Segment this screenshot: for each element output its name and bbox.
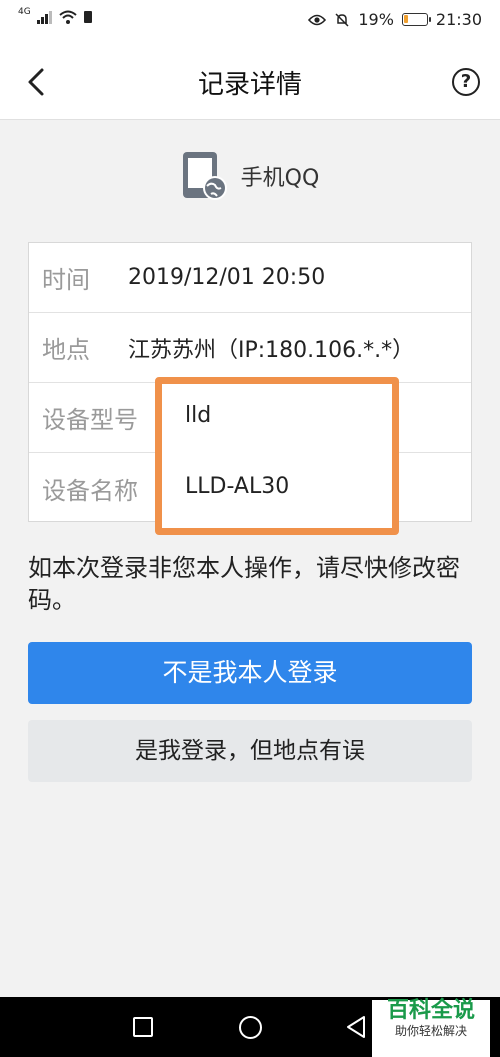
- record-label: 地点: [42, 336, 90, 364]
- device-name-value: LLD-AL30: [185, 474, 290, 499]
- status-left: 4G: [18, 7, 93, 24]
- battery-fill: [403, 15, 408, 23]
- watermark-title: 百科全说: [372, 1000, 490, 1024]
- highlight-box: [155, 377, 399, 535]
- mute-bell-icon: [335, 12, 349, 27]
- record-label: 设备型号: [42, 406, 138, 434]
- status-right: 19% 21:30: [308, 10, 482, 29]
- record-label: 时间: [42, 266, 90, 294]
- record-label: 设备名称: [42, 476, 138, 505]
- clock: 21:30: [435, 10, 482, 29]
- network-type: 4G: [18, 7, 31, 17]
- record-value: 2019/12/01 20:50: [128, 265, 326, 290]
- help-button[interactable]: ?: [452, 68, 480, 96]
- home-icon[interactable]: [239, 1016, 262, 1039]
- recents-icon[interactable]: [133, 1017, 153, 1037]
- not-me-button[interactable]: 不是我本人登录: [28, 642, 472, 704]
- record-row-time: 时间 2019/12/01 20:50: [29, 243, 471, 313]
- page-title: 记录详情: [197, 70, 302, 100]
- record-row-location: 地点 江苏苏州（IP:180.106.*.*）: [29, 313, 471, 383]
- battery-percent: 19%: [358, 10, 394, 29]
- watermark-logo: 百科全说 助你轻松解决: [372, 1000, 490, 1057]
- status-bar: 4G 19% 21:30: [0, 0, 500, 44]
- security-notice: 如本次登录非您本人操作，请尽快修改密码。: [28, 554, 460, 614]
- record-value: 江苏苏州（IP:180.106.*.*）: [128, 337, 415, 363]
- back-triangle-icon[interactable]: [344, 1015, 368, 1039]
- signal-icon: [36, 11, 52, 24]
- eye-icon: [308, 14, 327, 25]
- app-identity: 手机QQ: [0, 148, 500, 204]
- battery-icon: [401, 13, 431, 26]
- device-model-value: lld: [185, 403, 212, 428]
- app-name: 手机QQ: [240, 166, 320, 191]
- wrong-location-button[interactable]: 是我登录，但地点有误: [28, 720, 472, 782]
- device-globe-icon: [182, 152, 227, 200]
- header: 记录详情 ?: [0, 44, 500, 120]
- watermark-subtitle: 助你轻松解决: [394, 1024, 467, 1038]
- wifi-icon: [59, 10, 77, 24]
- sim-icon: [83, 11, 92, 23]
